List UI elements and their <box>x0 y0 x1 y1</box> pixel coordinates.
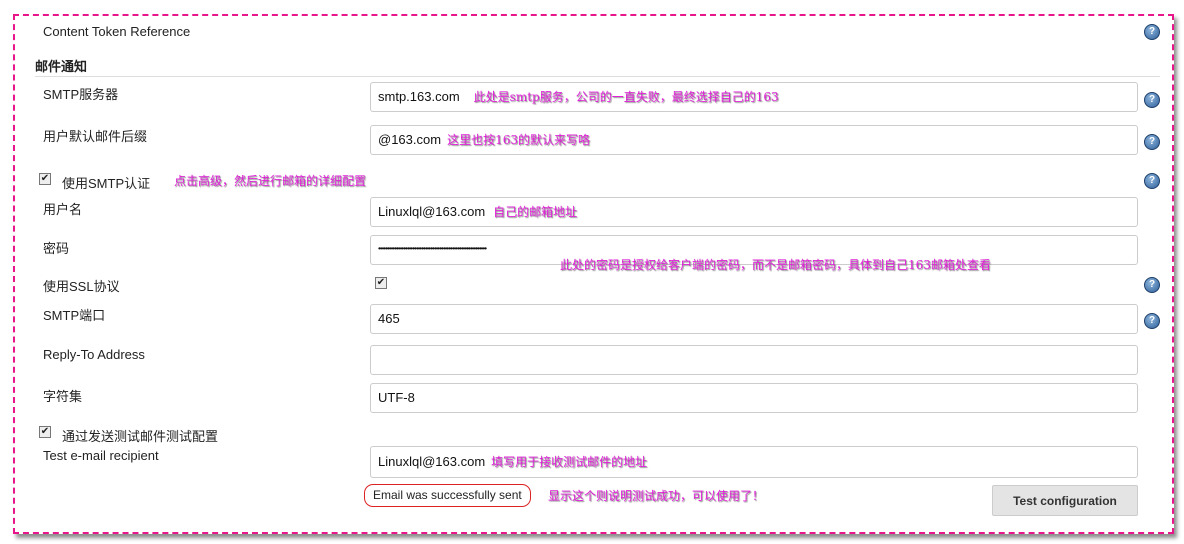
test-by-email-checkbox[interactable]: ✔ <box>39 426 51 438</box>
test-recipient-label: Test e-mail recipient <box>43 448 159 463</box>
annotation: 此处是smtp服务，公司的一直失败，最终选择自己的163 <box>473 90 779 104</box>
smtp-server-value: smtp.163.com <box>378 89 460 104</box>
content-token-reference-label: Content Token Reference <box>43 24 191 39</box>
help-icon[interactable]: ? <box>1144 24 1160 40</box>
help-icon[interactable]: ? <box>1144 277 1160 293</box>
help-icon[interactable]: ? <box>1144 134 1160 150</box>
test-recipient-value: Linuxlql@163.com <box>378 454 486 469</box>
annotation: 填写用于接收测试邮件的地址 <box>491 455 648 469</box>
use-smtp-auth-checkbox[interactable]: ✔ <box>39 173 51 185</box>
test-recipient-input[interactable]: Linuxlql@163.com 填写用于接收测试邮件的地址 <box>370 446 1138 478</box>
charset-input[interactable]: UTF-8 <box>370 383 1138 413</box>
smtp-port-input[interactable]: 465 <box>370 304 1138 334</box>
annotation: 此处的密码是授权给客户端的密码，而不是邮箱密码，具体到自己163邮箱处查看 <box>560 258 991 272</box>
help-icon[interactable]: ? <box>1144 173 1160 189</box>
reply-to-input[interactable] <box>370 345 1138 375</box>
annotation: 显示这个则说明测试成功，可以使用了！ <box>548 489 765 503</box>
help-icon[interactable]: ? <box>1144 313 1160 329</box>
smtp-server-input[interactable]: smtp.163.com 此处是smtp服务，公司的一直失败，最终选择自己的163 <box>370 82 1138 112</box>
username-label: 用户名 <box>43 202 83 217</box>
section-title: 邮件通知 <box>35 59 88 74</box>
annotation: 自己的邮箱地址 <box>493 205 578 219</box>
success-message: Email was successfully sent <box>364 484 531 507</box>
help-icon[interactable]: ? <box>1144 92 1160 108</box>
reply-to-label: Reply-To Address <box>43 347 145 362</box>
section-divider <box>35 76 1160 77</box>
charset-label: 字符集 <box>43 389 83 404</box>
use-ssl-checkbox[interactable]: ✔ <box>375 277 387 289</box>
use-smtp-auth-label: 使用SMTP认证 <box>62 176 151 191</box>
annotation: 点击高级，然后进行邮箱的详细配置 <box>174 174 367 188</box>
smtp-server-label: SMTP服务器 <box>43 87 119 102</box>
default-suffix-label: 用户默认邮件后缀 <box>43 129 148 144</box>
test-configuration-button[interactable]: Test configuration <box>992 485 1138 516</box>
password-label: 密码 <box>43 241 70 256</box>
username-input[interactable]: Linuxlql@163.com 自己的邮箱地址 <box>370 197 1138 227</box>
use-ssl-label: 使用SSL协议 <box>43 279 120 294</box>
username-value: Linuxlql@163.com <box>378 204 486 219</box>
default-suffix-input[interactable]: @163.com 这里也按163的默认来写咯 <box>370 125 1138 155</box>
annotation: 这里也按163的默认来写咯 <box>447 133 590 147</box>
smtp-port-label: SMTP端口 <box>43 308 106 323</box>
default-suffix-value: @163.com <box>378 132 442 147</box>
test-by-email-label: 通过发送测试邮件测试配置 <box>62 429 219 444</box>
